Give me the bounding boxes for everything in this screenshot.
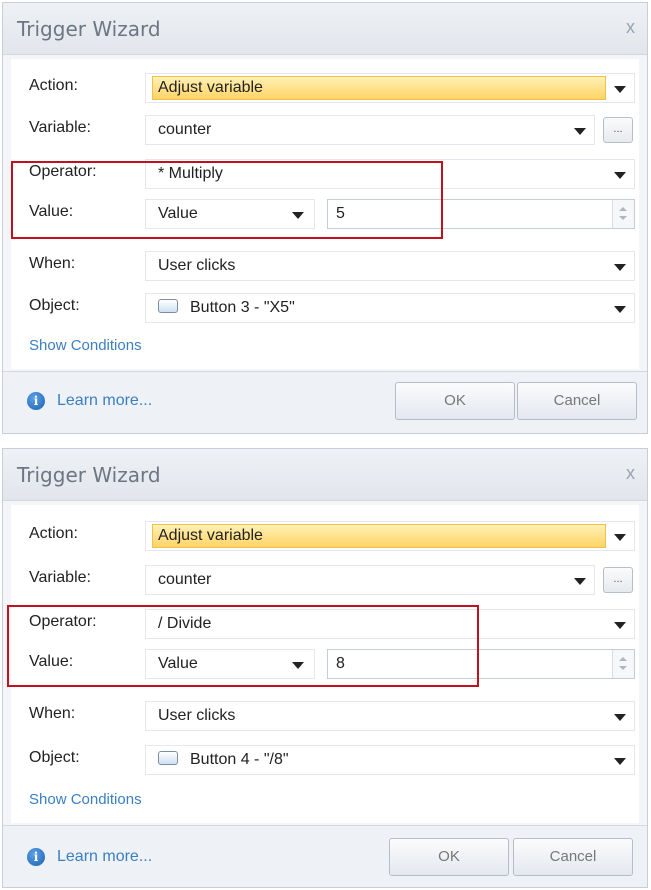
variable-browse-button[interactable]: ... [603,567,633,593]
action-row: Action: Adjust variable [11,69,639,105]
action-select-value: Adjust variable [158,79,263,96]
action-select[interactable]: Adjust variable [145,521,635,551]
ok-button[interactable]: OK [389,838,509,876]
close-icon[interactable]: x [626,463,635,484]
show-conditions-link[interactable]: Show Conditions [29,791,142,808]
info-icon: i [27,848,45,866]
when-select[interactable]: User clicks [145,701,635,731]
action-label: Action: [29,525,78,542]
variable-select[interactable]: counter [145,565,595,595]
chevron-down-icon [614,86,626,93]
title-bar: Trigger Wizard x [3,3,647,55]
cancel-button[interactable]: Cancel [513,838,633,876]
close-icon[interactable]: x [626,17,635,38]
when-select-value: User clicks [158,707,236,724]
highlight-annotation-box [7,605,479,687]
variable-row: Variable: counter ... [11,111,639,147]
cancel-button[interactable]: Cancel [517,382,637,420]
chevron-down-icon [614,306,626,313]
dialog-title: Trigger Wizard [17,463,161,487]
variable-browse-button[interactable]: ... [603,117,633,143]
variable-select[interactable]: counter [145,115,595,145]
spin-down-icon[interactable] [619,216,627,220]
chevron-down-icon [614,172,626,179]
dialog-title: Trigger Wizard [17,17,161,41]
trigger-wizard-dialog: Trigger Wizard x Action: Adjust variable… [2,2,648,434]
variable-label: Variable: [29,569,91,586]
ok-button[interactable]: OK [395,382,515,420]
when-select-value: User clicks [158,257,236,274]
highlight-annotation-box [11,161,443,239]
chevron-down-icon [614,534,626,541]
learn-more-link[interactable]: Learn more... [57,848,152,866]
when-row: When: User clicks [11,697,639,733]
title-bar: Trigger Wizard x [3,449,647,501]
when-select[interactable]: User clicks [145,251,635,281]
chevron-down-icon [574,128,586,135]
object-select[interactable]: Button 4 - "/8" [145,745,635,775]
when-row: When: User clicks [11,247,639,283]
chevron-down-icon [614,758,626,765]
show-conditions-link[interactable]: Show Conditions [29,337,142,354]
object-row: Object: Button 4 - "/8" [11,741,639,777]
button-object-icon [158,299,178,314]
object-label: Object: [29,749,80,766]
variable-select-value: counter [158,571,212,588]
action-select-value: Adjust variable [158,527,263,544]
action-select[interactable]: Adjust variable [145,73,635,103]
object-row: Object: Button 3 - "X5" [11,289,639,325]
object-label: Object: [29,297,80,314]
trigger-wizard-dialog: Trigger Wizard x Action: Adjust variable… [2,448,648,888]
action-row: Action: Adjust variable [11,517,639,553]
object-select-value: Button 3 - "X5" [190,299,295,316]
button-object-icon [158,751,178,766]
chevron-down-icon [614,714,626,721]
variable-row: Variable: counter ... [11,561,639,597]
learn-more-link[interactable]: Learn more... [57,392,152,410]
object-select[interactable]: Button 3 - "X5" [145,293,635,323]
value-spinner[interactable] [612,650,634,678]
spin-down-icon[interactable] [619,666,627,670]
when-label: When: [29,705,76,722]
variable-label: Variable: [29,119,91,136]
variable-select-value: counter [158,121,212,138]
dialog-footer: i Learn more... OK Cancel [3,371,647,433]
info-icon: i [27,392,45,410]
when-label: When: [29,255,76,272]
action-label: Action: [29,77,78,94]
value-spinner[interactable] [612,200,634,228]
chevron-down-icon [614,622,626,629]
object-select-value: Button 4 - "/8" [190,751,289,768]
chevron-down-icon [614,264,626,271]
chevron-down-icon [574,578,586,585]
spin-up-icon[interactable] [619,207,627,211]
dialog-footer: i Learn more... OK Cancel [3,825,647,887]
spin-up-icon[interactable] [619,657,627,661]
